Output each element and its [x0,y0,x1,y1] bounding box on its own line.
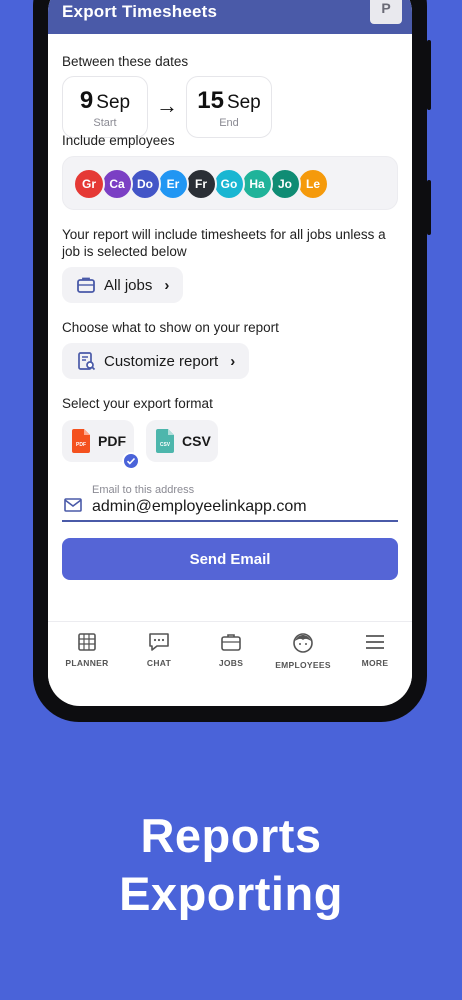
all-jobs-button[interactable]: All jobs › [62,267,184,303]
report-search-icon [76,351,96,371]
chat-bubble-icon [149,633,169,651]
email-hint: Email to this address [92,484,195,496]
csv-file-icon: CSV [156,429,174,453]
page-title: Export Timesheets [62,2,218,21]
csv-label: CSV [182,433,211,449]
arrow-right-icon: → [156,93,178,118]
employee-avatar[interactable]: Ha [241,168,273,200]
csv-icon-text: CSV [160,442,171,448]
employee-avatar[interactable]: Ca [101,168,133,200]
end-day: 15 [197,87,224,114]
employee-avatar[interactable]: Fr [185,168,217,200]
avatar-initial: P [381,0,391,16]
employee-avatar[interactable]: Gr [73,168,105,200]
employee-avatar[interactable]: Go [213,168,245,200]
caption-line-2: Exporting [119,867,343,920]
start-label: Start [93,117,117,129]
all-jobs-label: All jobs [104,276,153,294]
employee-avatar[interactable]: Er [157,168,189,200]
briefcase-icon [76,275,96,295]
employee-face-icon [293,633,313,653]
customize-description: Choose what to show on your report [62,320,279,335]
employees-label: Include employees [62,133,175,148]
tab-employees[interactable]: EMPLOYEES [267,632,339,670]
customize-report-label: Customize report [104,352,219,370]
start-month: Sep [96,92,131,113]
selected-check-icon [122,452,140,470]
tab-planner-label: PLANNER [65,658,109,668]
csv-format-option[interactable]: CSV CSV [146,420,218,462]
pdf-icon-text: PDF [76,442,86,448]
customize-report-button[interactable]: Customize report › [62,343,250,379]
briefcase-icon [221,634,241,651]
start-date-picker[interactable]: 9 Sep Start [62,76,148,138]
tab-planner[interactable]: PLANNER [51,632,123,668]
tab-chat[interactable]: CHAT [123,632,195,668]
employee-selector[interactable]: Gr Ca Do Er Fr Go Ha Jo Le [62,156,398,210]
hamburger-menu-icon [366,635,384,649]
end-label: End [219,117,239,129]
end-month: Sep [226,92,261,113]
mail-icon [64,498,82,512]
tab-more-label: MORE [361,658,389,668]
start-day: 9 [79,87,94,114]
calendar-grid-icon [78,633,96,651]
employee-avatar[interactable]: Do [129,168,161,200]
avatar[interactable]: P [370,0,402,24]
phone-side-button [427,180,431,235]
pdf-format-option[interactable]: PDF PDF [62,420,140,470]
caption-line-1: Reports [140,809,322,862]
end-date-picker[interactable]: 15 Sep End [186,76,272,138]
format-label: Select your export format [62,396,213,411]
phone-side-button [427,40,431,110]
tab-jobs-label: JOBS [218,658,244,668]
send-email-button[interactable]: Send Email [62,538,398,580]
employee-avatar[interactable]: Le [297,168,329,200]
email-underline [62,520,398,522]
tab-chat-label: CHAT [146,658,172,668]
chevron-right-icon: › [164,276,170,294]
bottom-tab-bar: PLANNER CHAT JOBS EMPLOYEES MORE [48,621,412,685]
app-header: Export Timesheets P [48,0,412,34]
chevron-right-icon: › [230,352,236,370]
email-field[interactable] [92,498,397,516]
phone-screen: Export Timesheets P Between these dates … [48,0,412,706]
pdf-file-icon: PDF [72,429,90,453]
jobs-description: Your report will include timesheets for … [62,227,386,259]
dates-label: Between these dates [62,54,189,69]
tab-jobs[interactable]: JOBS [195,632,267,668]
tab-employees-label: EMPLOYEES [275,660,331,670]
pdf-label: PDF [98,433,126,449]
tab-more[interactable]: MORE [339,632,411,668]
employee-avatar[interactable]: Jo [269,168,301,200]
